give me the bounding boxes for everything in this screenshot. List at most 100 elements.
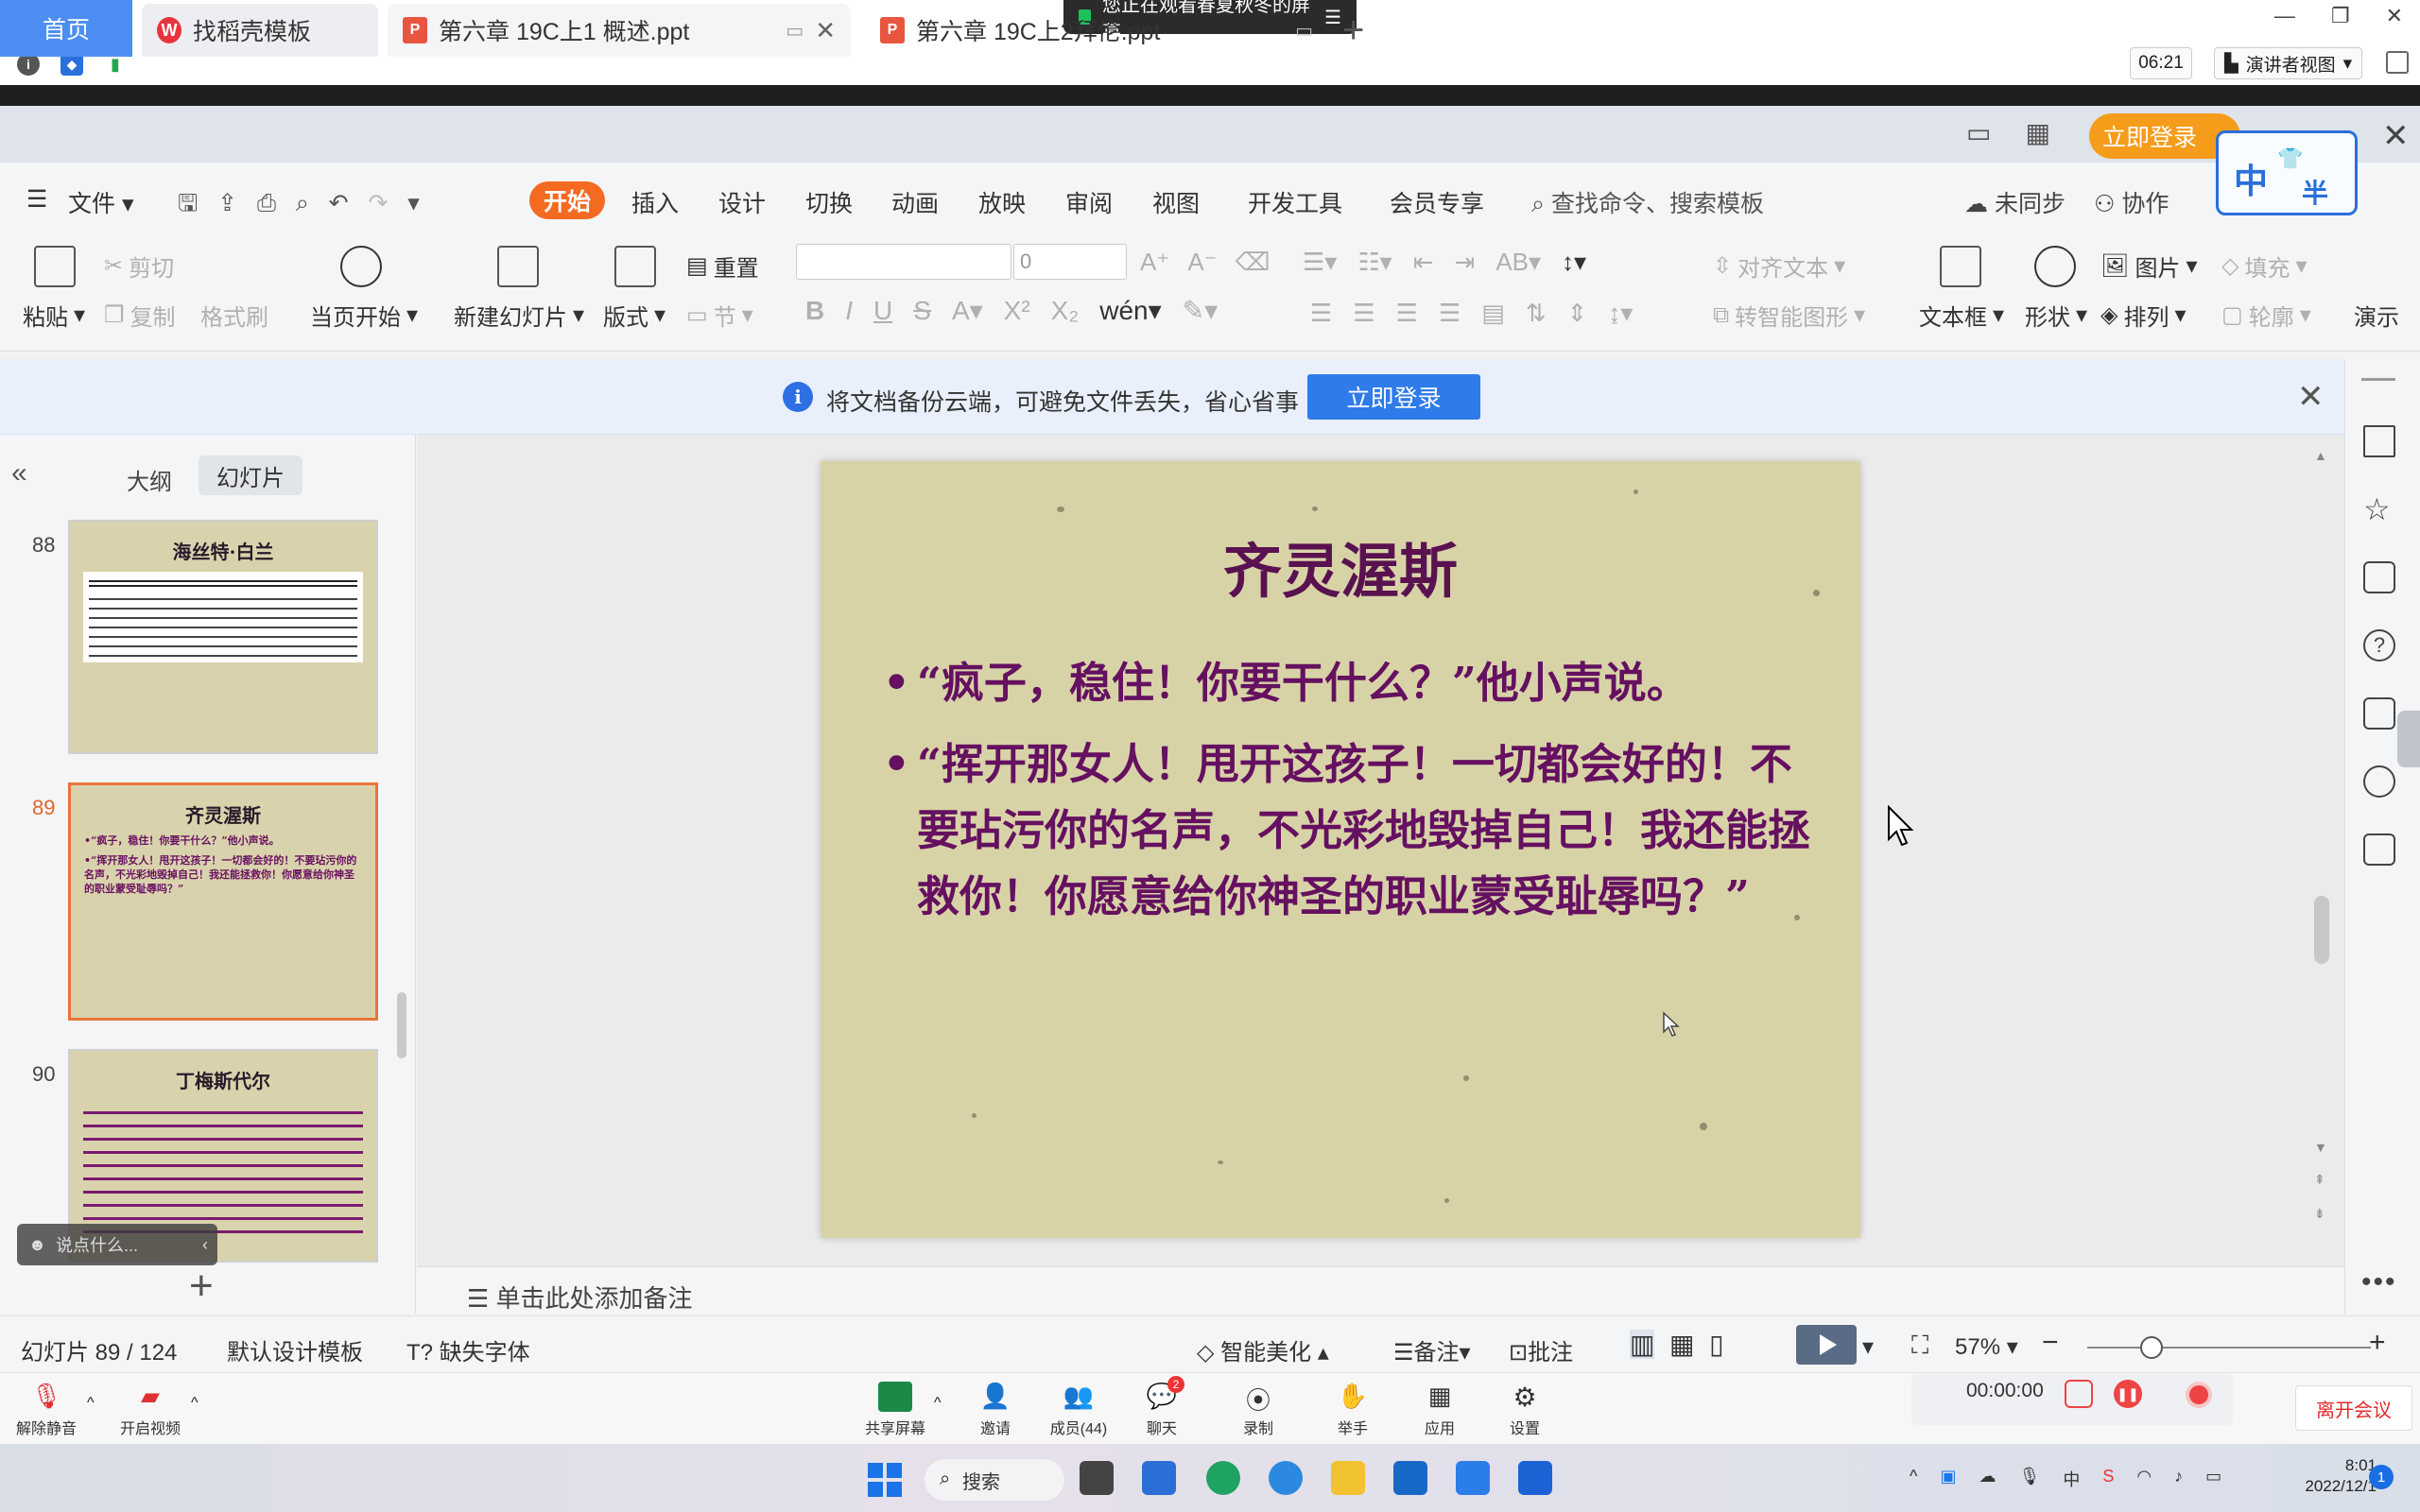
- layout-icon[interactable]: [614, 246, 656, 287]
- distribute-icon[interactable]: ▤: [1481, 299, 1505, 328]
- transition-icon[interactable]: [2363, 561, 2395, 593]
- close-app-icon[interactable]: ✕: [2382, 117, 2410, 155]
- monitor-icon[interactable]: ▭: [1295, 19, 1313, 43]
- pause-record-icon[interactable]: ❚❚: [2114, 1380, 2142, 1408]
- comments-toggle[interactable]: ⊡批注: [1509, 1333, 1573, 1366]
- menu-developer[interactable]: 开发工具: [1248, 185, 1342, 219]
- edge-browser-icon[interactable]: [1206, 1461, 1240, 1495]
- line-height-icon[interactable]: ↨▾: [1608, 299, 1633, 328]
- microphone-icon[interactable]: 🎙: [2018, 1467, 2040, 1491]
- format-painter-button[interactable]: 格式刷: [200, 299, 268, 332]
- smart-graphic-button[interactable]: ⧉ 转智能图形 ▾: [1713, 299, 1865, 332]
- chat-quick-input[interactable]: ☻ 说点什么... ‹: [17, 1224, 217, 1265]
- italic-icon[interactable]: I: [845, 296, 853, 326]
- present-button[interactable]: 演示: [2354, 299, 2399, 332]
- book-icon[interactable]: [2363, 833, 2395, 866]
- command-search[interactable]: ⌕ 查找命令、搜索模板: [1531, 185, 1764, 219]
- thumbnail-scrollbar[interactable]: [397, 992, 406, 1058]
- cut-button[interactable]: ✂ 剪切: [104, 249, 174, 283]
- stop-record-icon[interactable]: [2065, 1380, 2093, 1408]
- scroll-up-icon[interactable]: ▲: [2314, 448, 2327, 463]
- task-view-icon[interactable]: [1080, 1461, 1114, 1495]
- menu-insert[interactable]: 插入: [631, 185, 679, 219]
- zoom-slider-handle[interactable]: [2140, 1336, 2163, 1359]
- normal-view-icon[interactable]: ▥: [1630, 1330, 1655, 1359]
- ime-indicator[interactable]: 中: [2063, 1467, 2080, 1491]
- font-shrink-icon[interactable]: A⁻: [1187, 248, 1217, 277]
- chat-button[interactable]: 💬 2 聊天: [1119, 1376, 1204, 1438]
- design-template[interactable]: 默认设计模板: [227, 1333, 363, 1366]
- arrange-button[interactable]: ◈ 排列 ▾: [2100, 299, 2187, 332]
- zoom-out-icon[interactable]: −: [2042, 1327, 2059, 1359]
- decrease-indent-icon[interactable]: ⇤: [1413, 248, 1434, 277]
- layout-button[interactable]: 版式 ▾: [603, 299, 666, 332]
- export-icon[interactable]: ⇪: [217, 190, 237, 216]
- zoom-slider[interactable]: [2087, 1347, 2371, 1349]
- menu-file[interactable]: 文件 ▾: [68, 185, 134, 219]
- notes-toggle[interactable]: ☰备注▾: [1393, 1333, 1471, 1366]
- unmute-button[interactable]: 🎙 解除静音: [4, 1382, 89, 1438]
- volume-icon[interactable]: ♪: [2174, 1467, 2183, 1491]
- underline-icon[interactable]: U: [873, 296, 892, 326]
- font-size-select[interactable]: 0: [1013, 244, 1127, 280]
- record-button[interactable]: ⦿ 录制: [1216, 1382, 1301, 1438]
- apps-button[interactable]: ▦ 应用: [1397, 1382, 1482, 1438]
- reset-button[interactable]: ▤ 重置: [686, 249, 759, 283]
- textbox-icon[interactable]: [1940, 246, 1981, 287]
- play-from-current-button[interactable]: 当页开始 ▾: [310, 299, 418, 332]
- play-slideshow-button[interactable]: [1796, 1325, 1857, 1365]
- zoom-level[interactable]: 57% ▾: [1955, 1333, 2018, 1361]
- new-slide-icon[interactable]: [497, 246, 539, 287]
- outline-button[interactable]: ▢ 轮廓 ▾: [2221, 299, 2311, 332]
- notification-login-button[interactable]: 立即登录: [1307, 374, 1480, 420]
- tab-outline[interactable]: 大纲: [127, 463, 172, 496]
- zoom-in-icon[interactable]: +: [2369, 1327, 2386, 1359]
- presenter-view-button[interactable]: ▙ 演讲者视图 ▾: [2214, 47, 2363, 79]
- file-explorer-icon[interactable]: [1331, 1461, 1365, 1495]
- collapse-panel-icon[interactable]: «: [11, 457, 27, 490]
- minimize-icon[interactable]: —: [2274, 4, 2295, 28]
- font-family-select[interactable]: [796, 244, 1011, 280]
- next-slide-icon[interactable]: ⇟: [2314, 1206, 2325, 1222]
- print-icon[interactable]: ⎙: [257, 190, 276, 216]
- close-tab-icon[interactable]: ✕: [815, 16, 836, 45]
- chevron-up-icon[interactable]: ^: [1910, 1467, 1917, 1491]
- subscript-icon[interactable]: X₂: [1051, 296, 1080, 326]
- settings-button[interactable]: ⚙ 设置: [1482, 1382, 1567, 1438]
- redo-icon[interactable]: ↷: [368, 190, 388, 216]
- fill-button[interactable]: ◇ 填充 ▾: [2221, 249, 2308, 283]
- ime-floating-bar[interactable]: 中 👕 半: [2216, 130, 2358, 215]
- preview-icon[interactable]: ⌕: [296, 190, 309, 216]
- play-from-current-icon[interactable]: [340, 246, 382, 287]
- shape-icon[interactable]: [2034, 246, 2076, 287]
- slide-thumbnail-89-selected[interactable]: 齐灵渥斯 •“疯子，稳住！你要干什么？”他小声说。 •“挥开那女人！甩开这孩子！…: [68, 782, 378, 1021]
- increase-indent-icon[interactable]: ⇥: [1455, 248, 1476, 277]
- paste-button[interactable]: 粘贴 ▾: [23, 299, 85, 332]
- bullet-list-icon[interactable]: ☰▾: [1303, 248, 1337, 277]
- invite-button[interactable]: 👤 邀请: [953, 1382, 1038, 1438]
- section-button[interactable]: ▭ 节 ▾: [686, 299, 753, 332]
- menu-animation[interactable]: 动画: [891, 185, 939, 219]
- slide-bullet[interactable]: • “疯子，稳住！你要干什么？”他小声说。: [883, 650, 1828, 716]
- align-left-icon[interactable]: ☰: [1310, 299, 1332, 328]
- app-tray-icon[interactable]: ▣: [1940, 1467, 1956, 1491]
- security-app-icon[interactable]: [1393, 1461, 1427, 1495]
- leave-meeting-button[interactable]: 离开会议: [2295, 1385, 2412, 1431]
- slide-bullet[interactable]: • “挥开那女人！甩开这孩子！一切都会好的！不要玷污你的名声，不光彩地毁掉自己！…: [883, 731, 1828, 930]
- phonetic-icon[interactable]: wén▾: [1099, 295, 1161, 326]
- notification-badge[interactable]: 1: [2369, 1465, 2394, 1489]
- layout-icon[interactable]: ▭: [1966, 117, 1991, 148]
- wps-tray-icon[interactable]: S: [2102, 1467, 2114, 1491]
- justify-icon[interactable]: ☰: [1439, 299, 1461, 328]
- canvas-scrollbar[interactable]: [2314, 896, 2329, 964]
- restore-icon[interactable]: ❐: [2331, 4, 2350, 28]
- taskbar-clock[interactable]: 8:01 2022/12/1: [2276, 1455, 2377, 1497]
- tab-slides[interactable]: 幻灯片: [199, 455, 302, 495]
- todo-app-icon[interactable]: [1456, 1461, 1490, 1495]
- windows-start-icon[interactable]: [868, 1463, 902, 1497]
- slide-title[interactable]: 齐灵渥斯: [821, 524, 1860, 609]
- fit-window-icon[interactable]: ⛶: [1911, 1331, 1928, 1361]
- chevron-up-icon[interactable]: ^: [934, 1395, 942, 1412]
- meeting-app-icon[interactable]: [1518, 1461, 1552, 1495]
- menu-design[interactable]: 设计: [718, 185, 766, 219]
